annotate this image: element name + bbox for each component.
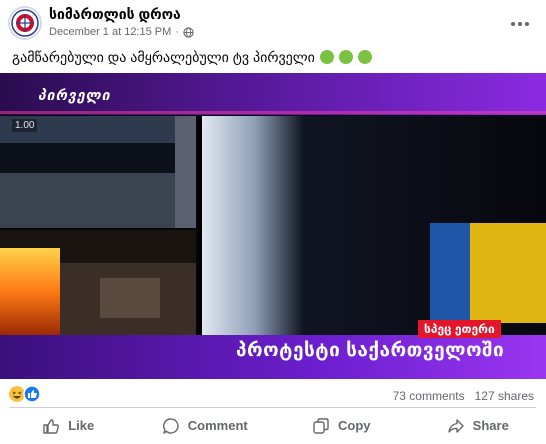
- ellipsis-icon[interactable]: [510, 14, 530, 26]
- engagement-counts: 73 comments 127 shares: [393, 389, 534, 403]
- nauseated-face-emoji: [319, 50, 334, 64]
- caption-text: გამწარებული და ამყრალებული ტვ პირველი: [12, 49, 315, 65]
- copy-button[interactable]: Copy: [273, 409, 410, 442]
- like-label: Like: [68, 418, 95, 433]
- page-logo-icon: [11, 9, 39, 37]
- video-timestamp-overlay: 1.00: [12, 119, 38, 132]
- banner-title: პროტესტი საქართველოში: [236, 340, 505, 361]
- post-stats: 73 comments 127 shares: [0, 381, 546, 407]
- like-reaction-icon: [23, 385, 41, 403]
- actions-divider: [10, 407, 536, 408]
- nauseated-face-emoji: [338, 50, 353, 64]
- page-avatar[interactable]: [8, 6, 42, 40]
- post-caption: გამწარებული და ამყრალებული ტვ პირველი: [12, 49, 372, 66]
- post-header: სიმართლის დროა December 1 at 12:15 PM ·: [0, 0, 546, 44]
- nauseated-face-emoji: [357, 50, 372, 64]
- share-arrow-icon: [447, 418, 464, 433]
- comment-bubble-icon: [162, 417, 179, 434]
- share-button[interactable]: Share: [410, 409, 546, 442]
- video-player[interactable]: პირველი 1.00 სპეც ეთერი პროტესტი საქართვ…: [0, 73, 546, 379]
- post-meta: December 1 at 12:15 PM ·: [49, 26, 194, 38]
- globe-icon[interactable]: [183, 26, 194, 38]
- comment-button[interactable]: Comment: [137, 409, 274, 442]
- thumbs-up-icon: [43, 418, 60, 434]
- post-actions: Like Comment Copy Share: [0, 409, 546, 442]
- shares-count[interactable]: 127 shares: [475, 389, 534, 403]
- reactions-summary[interactable]: [8, 385, 41, 403]
- facebook-post: სიმართლის დროა December 1 at 12:15 PM · …: [0, 0, 546, 444]
- copy-label: Copy: [338, 418, 371, 433]
- channel-logo: პირველი: [38, 87, 111, 103]
- like-button[interactable]: Like: [0, 409, 137, 442]
- post-timestamp[interactable]: December 1 at 12:15 PM: [49, 26, 171, 38]
- page-name[interactable]: სიმართლის დროა: [49, 6, 181, 23]
- meta-separator: ·: [175, 26, 179, 38]
- banner-tag: სპეც ეთერი: [418, 320, 501, 338]
- share-label: Share: [472, 418, 509, 433]
- copy-icon: [313, 417, 329, 434]
- comments-count[interactable]: 73 comments: [393, 389, 465, 403]
- comment-label: Comment: [187, 418, 248, 433]
